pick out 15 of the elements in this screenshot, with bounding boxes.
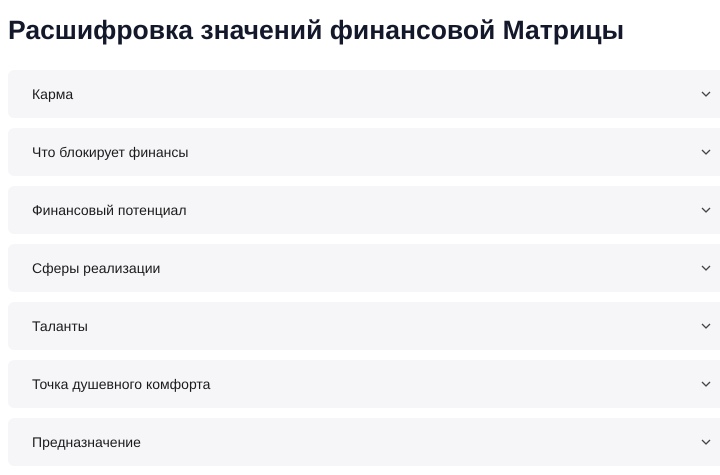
accordion-item[interactable]: Таланты <box>8 302 720 350</box>
accordion-item[interactable]: Точка душевного комфорта <box>8 360 720 408</box>
chevron-icon <box>701 149 711 155</box>
chevron-icon <box>701 323 711 329</box>
accordion-item[interactable]: Что блокирует финансы <box>8 128 720 176</box>
chevron-icon <box>701 439 711 445</box>
accordion-item[interactable]: Карма <box>8 70 720 118</box>
chevron-icon <box>701 91 711 97</box>
chevron-icon <box>701 265 711 271</box>
accordion-item[interactable]: Финансовый потенциал <box>8 186 720 234</box>
page-title: Расшифровка значений финансовой Матрицы <box>8 14 626 47</box>
accordion-item[interactable]: Предназначение <box>8 418 720 466</box>
accordion-item[interactable]: Сферы реализации <box>8 244 720 292</box>
chevron-icon <box>701 207 711 213</box>
chevron-icon <box>701 381 711 387</box>
